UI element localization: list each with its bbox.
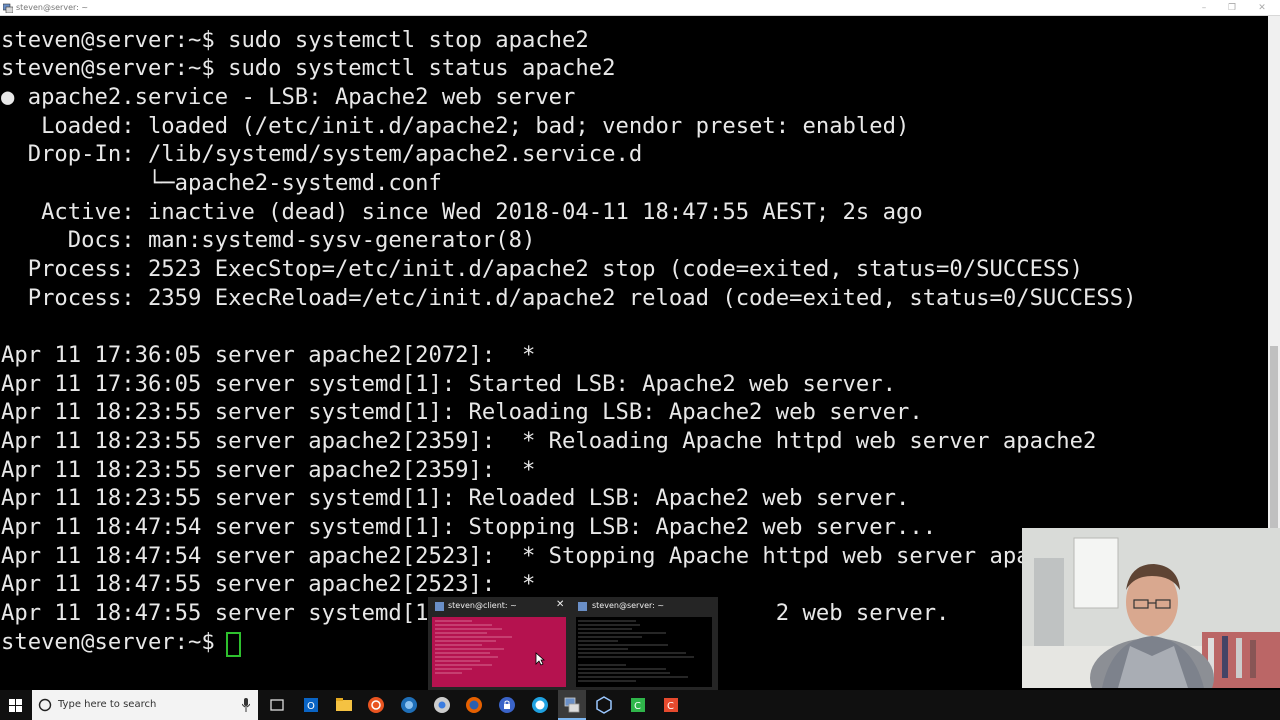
putty-icon [578, 602, 587, 611]
minimize-button[interactable]: – [1198, 2, 1210, 14]
svg-text:C: C [634, 701, 641, 712]
keepass-icon[interactable] [497, 695, 517, 715]
thumbnail-title: steven@server: ~ [592, 601, 665, 610]
firefox-icon[interactable] [464, 695, 484, 715]
terminal-line: └─apache2-systemd.conf [1, 170, 442, 196]
terminal-line: Loaded: loaded (/etc/init.d/apache2; bad… [1, 113, 910, 139]
presenter-video-icon [1022, 528, 1280, 688]
terminal-line: Drop-In: /lib/systemd/system/apache2.ser… [1, 141, 643, 167]
taskbar-search-box[interactable]: Type here to search [32, 690, 258, 720]
terminal-line: Apr 11 18:23:55 server systemd[1]: Reloa… [1, 485, 910, 511]
terminal-cursor [226, 632, 241, 657]
terminal-line: Apr 11 18:23:55 server apache2[2359]: * … [1, 428, 1097, 454]
terminal-line: Process: 2523 ExecStop=/etc/init.d/apach… [1, 256, 1083, 282]
putty-icon [564, 697, 580, 713]
close-button[interactable]: ✕ [1256, 2, 1268, 14]
terminal-prompt: steven@server:~$ [1, 629, 229, 655]
putty-icon [3, 3, 13, 13]
task-view-icon[interactable] [267, 695, 287, 715]
terminal-line: Apr 11 17:36:05 server apache2[2072]: * [1, 342, 536, 368]
window-title: steven@server: ~ [16, 3, 89, 12]
restore-button[interactable]: ❐ [1226, 2, 1238, 14]
camtasia-icon[interactable]: C [628, 695, 648, 715]
terminal-line: steven@server:~$ sudo systemctl status a… [1, 55, 616, 81]
thumbnail-client[interactable]: steven@client: ~ ✕ [428, 597, 570, 690]
terminal-line: steven@server:~$ sudo systemctl stop apa… [1, 27, 589, 53]
terminal-line: Apr 11 18:47:54 server systemd[1]: Stopp… [1, 514, 937, 540]
recorder-icon[interactable]: C [661, 695, 681, 715]
file-explorer-icon[interactable] [334, 695, 354, 715]
ubuntu-icon[interactable] [366, 695, 386, 715]
webcam-overlay [1022, 528, 1280, 688]
network-icon[interactable] [399, 695, 419, 715]
windows-start-icon[interactable] [9, 699, 22, 712]
skype-icon[interactable] [530, 695, 550, 715]
mouse-pointer-icon [535, 652, 545, 666]
terminal-line: ● apache2.service - LSB: Apache2 web ser… [1, 84, 576, 110]
svg-text:O: O [307, 701, 315, 712]
thumbnail-server[interactable]: steven@server: ~ [572, 597, 718, 690]
terminal-line: Apr 11 18:23:55 server apache2[2359]: * [1, 457, 536, 483]
taskbar: Type here to search O C C [0, 690, 1280, 720]
thumbnail-title: steven@client: ~ [448, 601, 517, 610]
terminal-line: Active: inactive (dead) since Wed 2018-0… [1, 199, 923, 225]
chrome-icon[interactable] [432, 695, 452, 715]
terminal-line: Apr 11 17:36:05 server systemd[1]: Start… [1, 371, 896, 397]
terminal-line: Docs: man:systemd-sysv-generator(8) [1, 227, 536, 253]
search-placeholder: Type here to search [58, 699, 157, 710]
svg-text:C: C [667, 701, 674, 712]
terminal-line: Apr 11 18:47:55 server apache2[2523]: * [1, 571, 536, 597]
thumbnail-preview [432, 617, 566, 687]
putty-icon [435, 602, 444, 611]
window-titlebar: steven@server: ~ – ❐ ✕ [0, 0, 1280, 16]
thumbnail-preview [576, 617, 712, 687]
search-icon [38, 698, 52, 712]
outlook-icon[interactable]: O [301, 695, 321, 715]
terminal-line: Process: 2359 ExecReload=/etc/init.d/apa… [1, 285, 1137, 311]
terminal-line: Apr 11 18:47:54 server apache2[2523]: * … [1, 543, 1030, 569]
taskbar-thumbnail-popup: steven@client: ~ ✕ steven@server: ~ [428, 597, 718, 690]
close-icon[interactable]: ✕ [556, 599, 564, 610]
virtualbox-icon[interactable] [594, 695, 614, 715]
terminal-line: Apr 11 18:23:55 server systemd[1]: Reloa… [1, 399, 923, 425]
putty-taskbar-button[interactable] [558, 690, 586, 720]
microphone-icon[interactable] [242, 698, 250, 712]
